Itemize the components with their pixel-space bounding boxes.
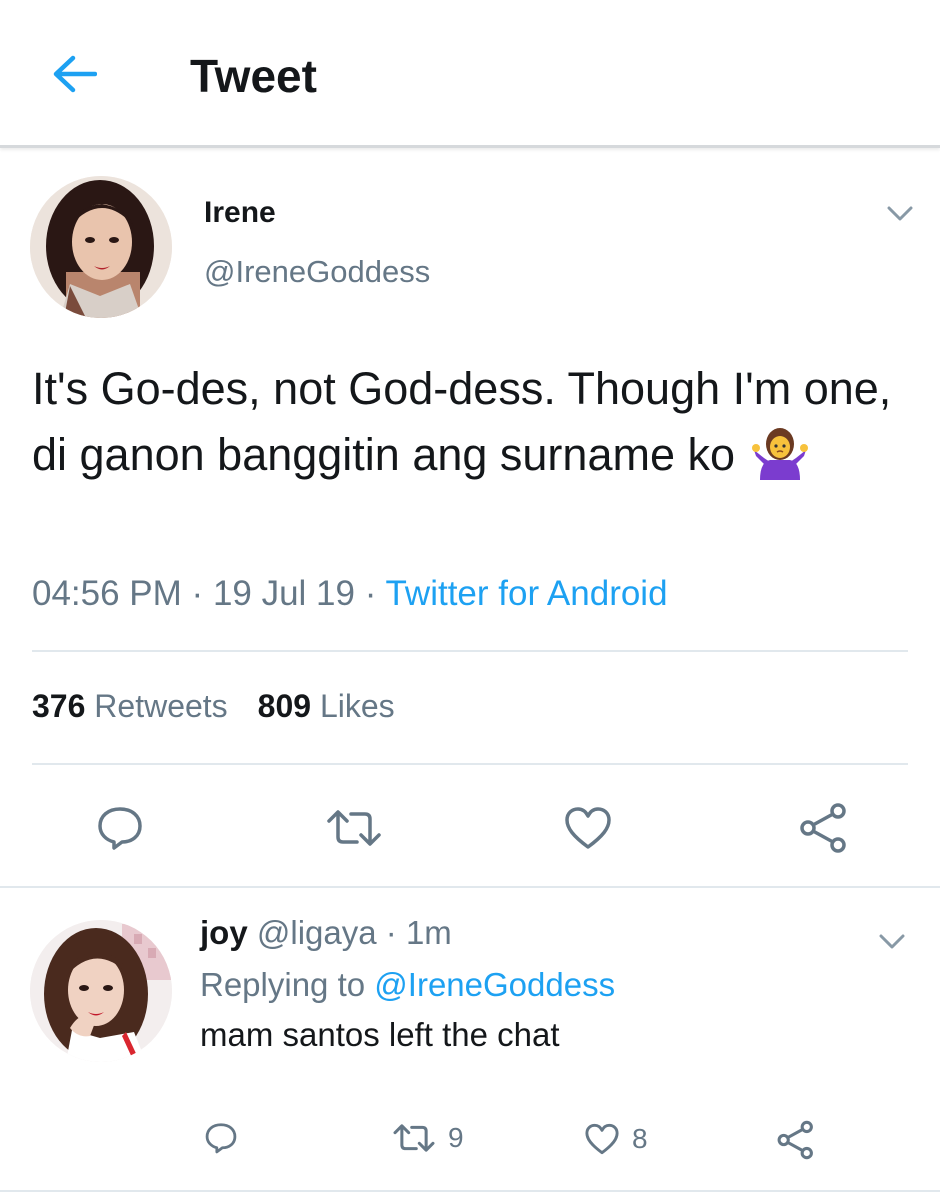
reply-retweet-count: 9 [448, 1122, 464, 1153]
reply-author-handle[interactable]: @ligaya [257, 914, 377, 951]
back-button[interactable] [44, 46, 104, 102]
chevron-down-icon [879, 934, 905, 949]
top-bar: Tweet [0, 0, 940, 148]
retweets-stat[interactable]: 376 Retweets [32, 688, 228, 724]
divider [32, 763, 908, 765]
heart-icon [565, 807, 611, 849]
divider [0, 886, 940, 888]
likes-label: Likes [319, 688, 395, 724]
retweets-count: 376 [32, 688, 86, 724]
tweet-text: It's Go-des, not God-dess. Though I'm on… [32, 356, 912, 488]
chevron-down-icon [887, 206, 913, 221]
page-title: Tweet [190, 50, 317, 102]
share-button[interactable] [796, 800, 852, 856]
author-handle[interactable]: @IreneGoddess [204, 254, 430, 290]
reply-share-button[interactable] [776, 1120, 816, 1160]
retweet-button[interactable] [324, 800, 384, 856]
share-icon [777, 1120, 813, 1160]
replying-to-label: Replying to [200, 966, 366, 1003]
reply-icon [98, 807, 142, 850]
likes-count: 809 [257, 688, 312, 724]
reply-time: 1m [405, 914, 452, 951]
reply-author-avatar[interactable] [30, 920, 172, 1062]
divider [32, 650, 908, 652]
tweet-time: 04:56 PM [32, 574, 182, 613]
reply-like-count: 8 [632, 1123, 648, 1154]
author-avatar[interactable] [30, 176, 172, 318]
tweet-meta: 04:56 PM · 19 Jul 19 · Twitter for Andro… [32, 574, 668, 614]
reply-header: joy @ligaya · 1m [200, 914, 452, 952]
author-name[interactable]: Irene [204, 196, 276, 230]
tweet-source-link[interactable]: Twitter for Android [385, 574, 667, 613]
share-icon [800, 803, 846, 853]
reply-menu-button[interactable] [874, 930, 910, 954]
meta-separator: · [364, 574, 377, 613]
reply-retweet-button[interactable]: 9 [392, 1122, 464, 1154]
retweets-label: Retweets [94, 688, 228, 724]
likes-stat[interactable]: 809 Likes [258, 688, 395, 724]
back-arrow-icon [53, 55, 97, 93]
reply-text: mam santos left the chat [200, 1016, 560, 1053]
person-shrugging-emoji-icon [751, 424, 808, 480]
replying-to-mention[interactable]: @IreneGoddess [374, 966, 615, 1003]
reply-author-name[interactable]: joy [200, 914, 248, 951]
retweet-icon [327, 810, 381, 846]
reply-reply-button[interactable] [204, 1122, 238, 1154]
reply-button[interactable] [92, 800, 148, 856]
tweet-menu-button[interactable] [882, 202, 918, 226]
reply-like-button[interactable]: 8 [584, 1122, 648, 1156]
meta-separator: · [191, 574, 204, 613]
divider [0, 1190, 940, 1192]
heart-icon [585, 1123, 619, 1155]
reply-separator: · [385, 914, 397, 951]
tweet-stats: 376 Retweets 809 Likes [32, 688, 395, 725]
retweet-icon [393, 1124, 435, 1152]
like-button[interactable] [560, 800, 616, 856]
replying-to-line: Replying to @IreneGoddess [200, 966, 615, 1004]
reply-icon [205, 1123, 237, 1154]
tweet-date: 19 Jul 19 [212, 574, 355, 613]
